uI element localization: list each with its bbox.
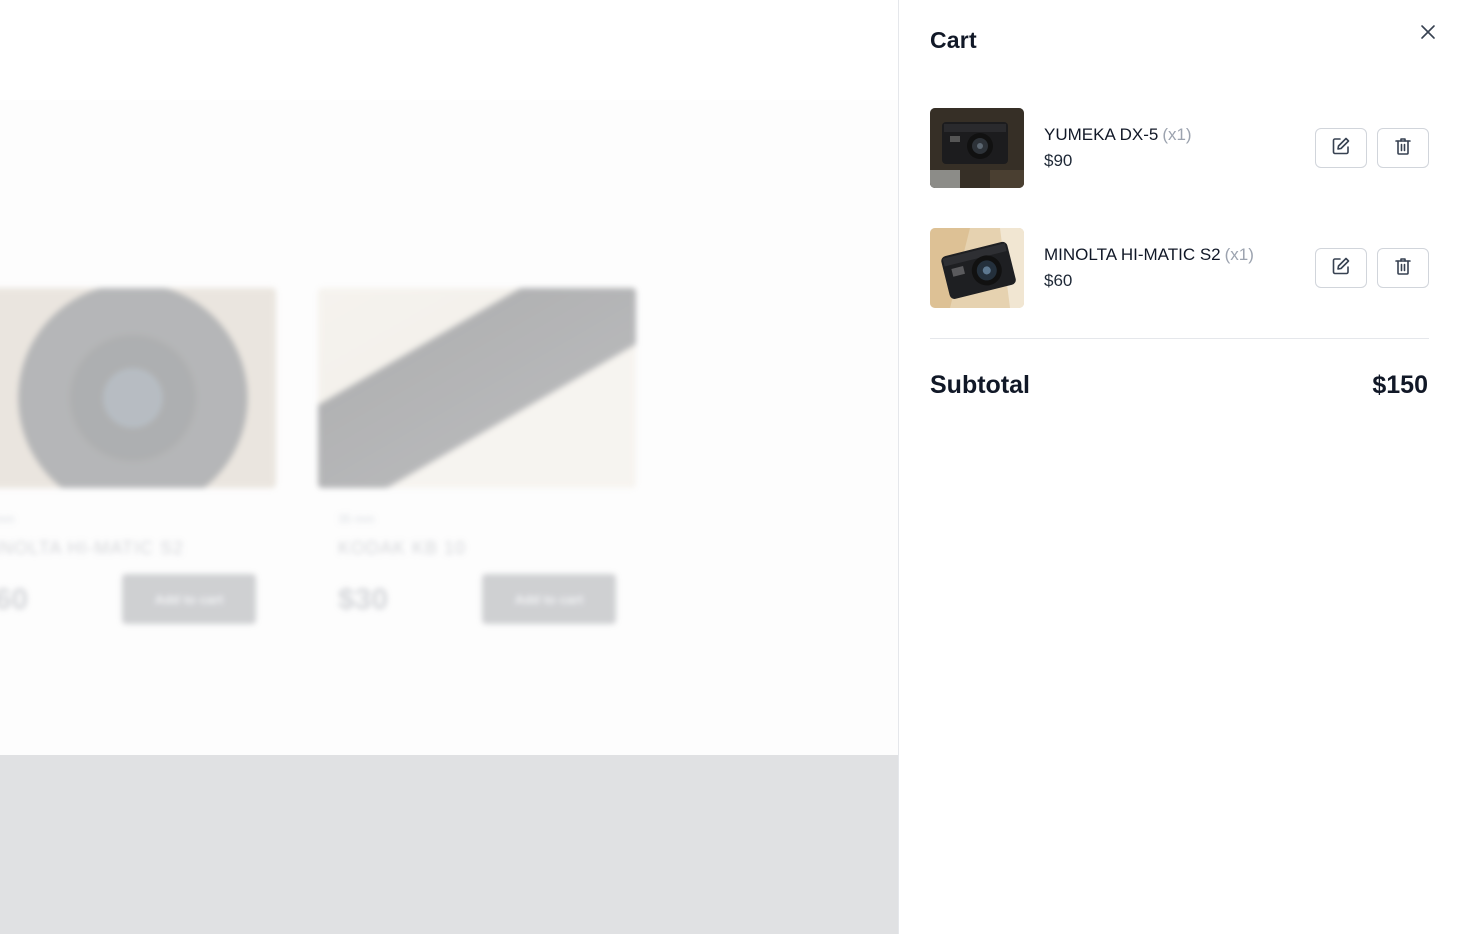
cart-item-price: $60 — [1044, 271, 1073, 290]
edit-item-button[interactable] — [1315, 248, 1367, 288]
cart-item-thumbnail — [930, 228, 1024, 308]
cart-drawer: Cart YUMEKA DX-5 (x1) $90 MINOLTA HI-MAT… — [898, 0, 1457, 934]
cart-item-name-text: YUMEKA DX-5 — [1044, 125, 1159, 144]
edit-icon — [1331, 136, 1351, 161]
close-button[interactable] — [1416, 22, 1440, 46]
subtotal-label: Subtotal — [930, 371, 1030, 399]
cart-item: YUMEKA DX-5 (x1) $90 — [930, 108, 1429, 188]
cart-item-name-text: MINOLTA HI-MATIC S2 — [1044, 245, 1221, 264]
delete-item-button[interactable] — [1377, 248, 1429, 288]
cart-item-name: MINOLTA HI-MATIC S2 (x1) — [1044, 245, 1254, 265]
cart-item: MINOLTA HI-MATIC S2 (x1) $60 — [930, 228, 1429, 308]
cart-title: Cart — [930, 27, 977, 53]
delete-item-button[interactable] — [1377, 128, 1429, 168]
edit-icon — [1331, 256, 1351, 281]
cart-item-qty: (x1) — [1224, 245, 1254, 264]
edit-item-button[interactable] — [1315, 128, 1367, 168]
background-page: 35 mm MINOLTA HI-MATIC S2 $60 Add to car… — [0, 0, 898, 934]
divider — [930, 338, 1429, 339]
cart-item-name: YUMEKA DX-5 (x1) — [1044, 125, 1192, 145]
close-icon — [1420, 24, 1436, 45]
trash-icon — [1393, 256, 1413, 281]
subtotal-value: $150 — [1372, 371, 1428, 399]
cart-item-qty: (x1) — [1162, 125, 1192, 144]
cart-item-thumbnail — [930, 108, 1024, 188]
cart-item-price: $90 — [1044, 151, 1073, 170]
trash-icon — [1393, 136, 1413, 161]
overlay-backdrop[interactable] — [0, 0, 898, 934]
